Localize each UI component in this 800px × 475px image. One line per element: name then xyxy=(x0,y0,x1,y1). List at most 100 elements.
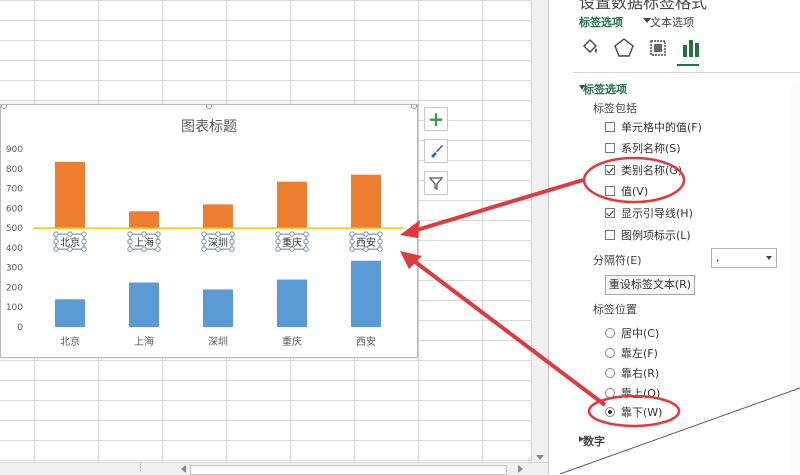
selection-handle[interactable] xyxy=(349,246,355,252)
position-center[interactable]: 居中(C) xyxy=(605,326,659,340)
checkbox[interactable] xyxy=(605,165,615,175)
selection-handle[interactable] xyxy=(127,231,133,237)
radio[interactable] xyxy=(605,407,615,417)
selection-handle[interactable] xyxy=(275,238,281,245)
bar-chart[interactable]: 图表标题 0100200300400500600700800900 北京 上海 深圳… xyxy=(1,105,417,357)
bar-orange[interactable] xyxy=(55,161,85,229)
option-series-name[interactable]: 系列名称(S) xyxy=(605,141,681,155)
bar-orange[interactable] xyxy=(277,181,307,229)
position-above[interactable]: 靠上(O) xyxy=(605,386,660,400)
selection-handle[interactable] xyxy=(201,231,207,237)
divider xyxy=(573,72,800,73)
checkbox[interactable] xyxy=(605,122,615,132)
selection-handle[interactable] xyxy=(377,231,383,237)
position-below[interactable]: 靠下(W) xyxy=(605,405,662,419)
fill-bucket-icon[interactable] xyxy=(579,37,601,59)
data-labels[interactable]: 北京 上海 深圳 重庆 西安 xyxy=(53,231,383,252)
checkbox[interactable] xyxy=(605,208,615,218)
selection-handle[interactable] xyxy=(127,238,133,245)
radio[interactable] xyxy=(605,388,615,398)
option-category-name[interactable]: 类别名称(G) xyxy=(605,163,682,177)
selection-handle[interactable] xyxy=(377,246,383,252)
selection-handle[interactable] xyxy=(81,246,87,252)
bar-orange[interactable] xyxy=(129,211,159,229)
option-label: 系列名称(S) xyxy=(621,142,681,155)
bar-orange[interactable] xyxy=(203,204,233,229)
selection-handle[interactable] xyxy=(81,231,87,237)
selection-handle[interactable] xyxy=(303,246,309,252)
chart-resize-handle[interactable] xyxy=(411,105,417,109)
option-cell-value[interactable]: 单元格中的值(F) xyxy=(605,120,702,134)
chart-resize-handle[interactable] xyxy=(1,105,7,109)
selection-handle[interactable] xyxy=(53,238,59,245)
chart-title[interactable]: 图表标题 xyxy=(181,119,237,135)
bar-orange[interactable] xyxy=(351,174,381,229)
checkbox[interactable] xyxy=(605,143,615,153)
selection-handle[interactable] xyxy=(155,231,161,237)
scroll-left-arrow-icon[interactable] xyxy=(181,465,186,473)
selection-handle[interactable] xyxy=(53,231,59,237)
scroll-down-arrow-icon[interactable] xyxy=(536,455,544,460)
option-label: 居中(C) xyxy=(621,327,660,340)
sheet-tab-splitter[interactable]: ⋮ xyxy=(136,463,146,473)
format-data-labels-pane[interactable]: 设置数据标签格式 标签选项 文本选项 标签选项 标签包括 单元格中的值(F) 系… xyxy=(548,0,800,474)
checkbox[interactable] xyxy=(605,186,615,196)
radio[interactable] xyxy=(605,328,615,338)
chart-elements-button[interactable]: + xyxy=(424,107,448,131)
section-number[interactable]: 数字 xyxy=(583,433,605,449)
radio[interactable] xyxy=(605,368,615,378)
section-label-options[interactable]: 标签选项 xyxy=(583,81,627,97)
selection-handle[interactable] xyxy=(303,238,309,245)
reset-label-text-button[interactable]: 重设标签文本(R) xyxy=(605,275,695,295)
x-axis-categories: 北京 上海 深圳 重庆 西安 xyxy=(60,335,376,348)
checkbox[interactable] xyxy=(605,230,615,240)
horizontal-scrollbar[interactable]: ⋮ xyxy=(0,462,548,475)
size-properties-icon[interactable] xyxy=(647,37,669,59)
option-value[interactable]: 值(V) xyxy=(605,184,648,198)
selection-handle[interactable] xyxy=(229,246,235,252)
pentagon-icon[interactable] xyxy=(613,37,635,59)
vertical-scrollbar[interactable] xyxy=(531,0,549,462)
chart-area[interactable]: 图表标题 0 100 200 300 400 500 600 700 800 900 北京 上海 深圳… xyxy=(0,104,418,358)
selection-handle[interactable] xyxy=(53,246,59,252)
selection-handle[interactable] xyxy=(229,231,235,237)
selection-handle[interactable] xyxy=(363,231,369,237)
selection-handle[interactable] xyxy=(289,231,295,237)
scroll-right-arrow-icon[interactable] xyxy=(518,465,523,473)
bar-blue[interactable] xyxy=(203,289,233,327)
tab-label-options[interactable]: 标签选项 xyxy=(579,14,623,30)
separator-dropdown[interactable]: , xyxy=(711,248,777,268)
data-label-text: 深圳 xyxy=(208,237,228,249)
option-legend-key[interactable]: 图例项标示(L) xyxy=(605,228,691,242)
tab-text-options[interactable]: 文本选项 xyxy=(650,14,694,30)
bar-blue[interactable] xyxy=(277,279,307,327)
selection-handle[interactable] xyxy=(127,246,133,252)
selection-handle[interactable] xyxy=(377,238,383,245)
selection-handle[interactable] xyxy=(349,238,355,245)
bar-chart-options-icon[interactable] xyxy=(681,37,703,59)
position-left[interactable]: 靠左(F) xyxy=(605,346,658,360)
selection-handle[interactable] xyxy=(303,231,309,237)
pane-scrollbar[interactable] xyxy=(791,82,800,474)
selection-handle[interactable] xyxy=(229,238,235,245)
selection-handle[interactable] xyxy=(275,246,281,252)
selection-handle[interactable] xyxy=(81,238,87,245)
bar-blue[interactable] xyxy=(55,299,85,327)
chart-resize-handle[interactable] xyxy=(206,105,212,109)
bar-blue[interactable] xyxy=(129,282,159,328)
selection-handle[interactable] xyxy=(67,231,73,237)
chart-filters-button[interactable] xyxy=(424,171,448,195)
selection-handle[interactable] xyxy=(155,238,161,245)
selection-handle[interactable] xyxy=(275,231,281,237)
selection-handle[interactable] xyxy=(201,246,207,252)
selection-handle[interactable] xyxy=(349,231,355,237)
option-leader-lines[interactable]: 显示引导线(H) xyxy=(605,206,693,220)
selection-handle[interactable] xyxy=(215,231,221,237)
selection-handle[interactable] xyxy=(155,246,161,252)
position-right[interactable]: 靠右(R) xyxy=(605,366,659,380)
radio[interactable] xyxy=(605,348,615,358)
selection-handle[interactable] xyxy=(141,231,147,237)
selection-handle[interactable] xyxy=(201,238,207,245)
bar-blue[interactable] xyxy=(351,260,381,327)
chart-styles-button[interactable] xyxy=(424,139,448,163)
